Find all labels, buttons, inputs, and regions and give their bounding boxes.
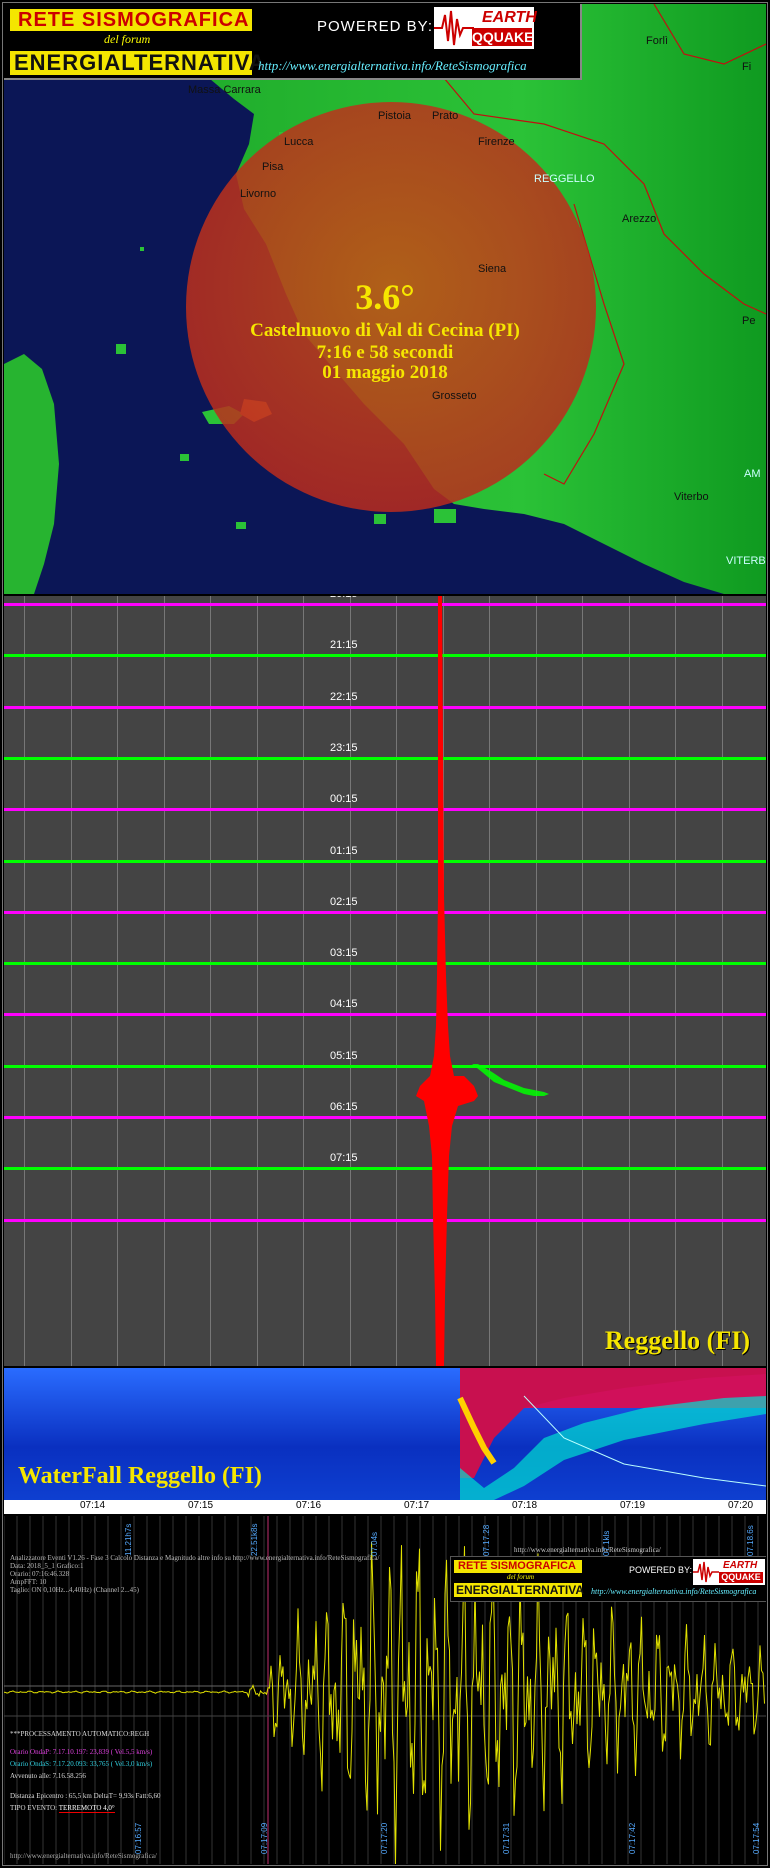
mini-logo-top: EARTH (723, 1560, 758, 1571)
analyzer-bottom-tick: 07:16:57 (134, 1822, 143, 1854)
city-label: Pisa (262, 161, 284, 173)
logo-top-text: EARTH (482, 9, 537, 26)
earthquake-signal (416, 596, 549, 1366)
waterfall-time-axis: 07:14 07:15 07:16 07:17 07:18 07:19 07:20 (4, 1500, 766, 1514)
mini-powered-by: POWERED BY: (629, 1565, 693, 1575)
city-label: Fi (742, 61, 752, 73)
waterfall-spectrogram: WaterFall Reggello (FI) (4, 1368, 766, 1500)
forum-label: del forum (104, 32, 151, 46)
mini-seismic-wave-icon (693, 1561, 719, 1583)
station-label: REGGELLO (534, 173, 595, 185)
waterfall-tick: 07:18 (512, 1500, 538, 1511)
mini-logo-bottom: QQUAKE (719, 1572, 763, 1583)
city-label: Massa Carrara (188, 84, 261, 96)
network-url[interactable]: http://www.energialternativa.info/ReteSi… (258, 58, 527, 74)
network-banner: RETE SISMOGRAFICA del forum ENERGIALTERN… (4, 4, 582, 80)
mini-network-name: RETE SISMOGRAFICA (454, 1560, 582, 1573)
waterfall-tick: 07:16 (296, 1500, 322, 1511)
city-label: Livorno (240, 188, 277, 200)
city-label: Firenze (478, 136, 515, 148)
event-analyzer: Analizzatore Eventi V1.26 - Fase 3 Calco… (4, 1516, 766, 1864)
mini-network-url[interactable]: http://www.energialternativa.info/ReteSi… (591, 1587, 756, 1596)
seismic-wave-icon (434, 10, 474, 46)
analyzer-top-tick: 07.1kls (602, 1530, 611, 1556)
analyzer-top-tick: 07.18.6s (746, 1525, 755, 1556)
logo-bottom-text: QQUAKE (472, 28, 534, 46)
waterfall-title: WaterFall Reggello (FI) (18, 1463, 262, 1489)
network-name: RETE SISMOGRAFICA (10, 9, 252, 31)
analyzer-header-line: Data: 2018_5_1 Grafico:1 (10, 1562, 84, 1570)
analyzer-header-line: Orario: 07:16:46.328 (10, 1570, 70, 1578)
analyzer-bottom-tick: 07:17:31 (502, 1822, 511, 1854)
mini-network-banner: RETE SISMOGRAFICA del forum ENERGIALTERN… (450, 1556, 766, 1602)
waterfall-tick: 07:17 (404, 1500, 430, 1511)
analyzer-bottom-tick: 07:17:09 (260, 1822, 269, 1854)
earthquake-logo: EARTH QQUAKE (434, 7, 537, 49)
processing-title: ***PROCESSAMENTO AUTOMATICO:REGH (10, 1730, 150, 1738)
event-magnitude: 3.6° (355, 277, 415, 317)
mini-forum-label: del forum (507, 1573, 535, 1581)
analyzer-top-tick: 07.17.28 (482, 1524, 491, 1556)
analyzer-header-line: AmpFFT: 10 (10, 1578, 47, 1586)
helicorder-seismogram: 20:1521:1522:1523:1500:1501:1502:1503:15… (4, 596, 766, 1366)
waterfall-tick: 07:14 (80, 1500, 106, 1511)
analyzer-top-url[interactable]: http://www.energialternativa.info/ReteSi… (514, 1546, 661, 1554)
analyzer-bottom-tick: 07:17:20 (380, 1822, 389, 1854)
event-time: 7:16 e 58 secondi (316, 342, 454, 363)
city-label: Siena (478, 263, 507, 275)
analyzer-header-line: Taglio: ON 0,10Hz...4,40Hz) (Channel 2..… (10, 1586, 139, 1594)
waterfall-tick: 07:20 (728, 1500, 754, 1511)
analyzer-top-tick: 22.51k8s (250, 1523, 259, 1556)
station-name: Reggello (FI) (604, 1326, 750, 1355)
epicenter-distance: Distanza Epicentro : 65,5 km DeltaT= 9,9… (10, 1792, 161, 1800)
analyzer-top-tick: 07.04s (370, 1531, 379, 1556)
city-label: Viterbo (674, 491, 709, 503)
analyzer-header-line: Analizzatore Eventi V1.26 - Fase 3 Calco… (10, 1554, 380, 1562)
event-occurred-time: Avvenuto alle: 7.16.58.256 (10, 1772, 86, 1780)
analyzer-bottom-tick: 07:17:54 (752, 1822, 761, 1854)
event-date: 01 maggio 2018 (322, 362, 448, 383)
powered-by-label: POWERED BY: (317, 18, 434, 35)
analyzer-top-tick: 11.21h7s (124, 1523, 133, 1556)
epicenter-map: Massa Carrara Pistoia Prato Lucca Firenz… (4, 4, 766, 594)
city-label: Lucca (284, 136, 314, 148)
city-label: Pistoia (378, 110, 412, 122)
city-label: Grosseto (432, 390, 477, 402)
analyzer-bottom-tick: 07:17:42 (628, 1822, 637, 1854)
mini-forum-name: ENERGIALTERNATIVA (454, 1583, 584, 1597)
city-label: Forlì (646, 35, 668, 47)
event-location: Castelnuovo di Val di Cecina (PI) (250, 320, 520, 341)
event-type: TIPO EVENTO: TERREMOTO 4,0° (10, 1804, 115, 1813)
event-type-label: TIPO EVENTO: (10, 1804, 58, 1812)
waterfall-tick: 07:15 (188, 1500, 214, 1511)
forum-name: ENERGIALTERNATIVA (10, 51, 265, 75)
onda-p-time: Orario OndaP: 7.17.10.197: 23,839 ( Vel.… (10, 1748, 153, 1756)
city-label: Arezzo (622, 213, 657, 225)
mini-earthquake-logo: EARTH QQUAKE (693, 1559, 765, 1585)
onda-s-time: Orario OndaS: 7.17.20.093: 33,765 ( Vel.… (10, 1760, 153, 1768)
station-label: VITERB (726, 555, 766, 567)
event-type-value: TERREMOTO 4,0° (58, 1804, 115, 1813)
station-label: AM (744, 468, 761, 480)
waterfall-tick: 07:19 (620, 1500, 646, 1511)
city-label: Prato (432, 110, 459, 122)
